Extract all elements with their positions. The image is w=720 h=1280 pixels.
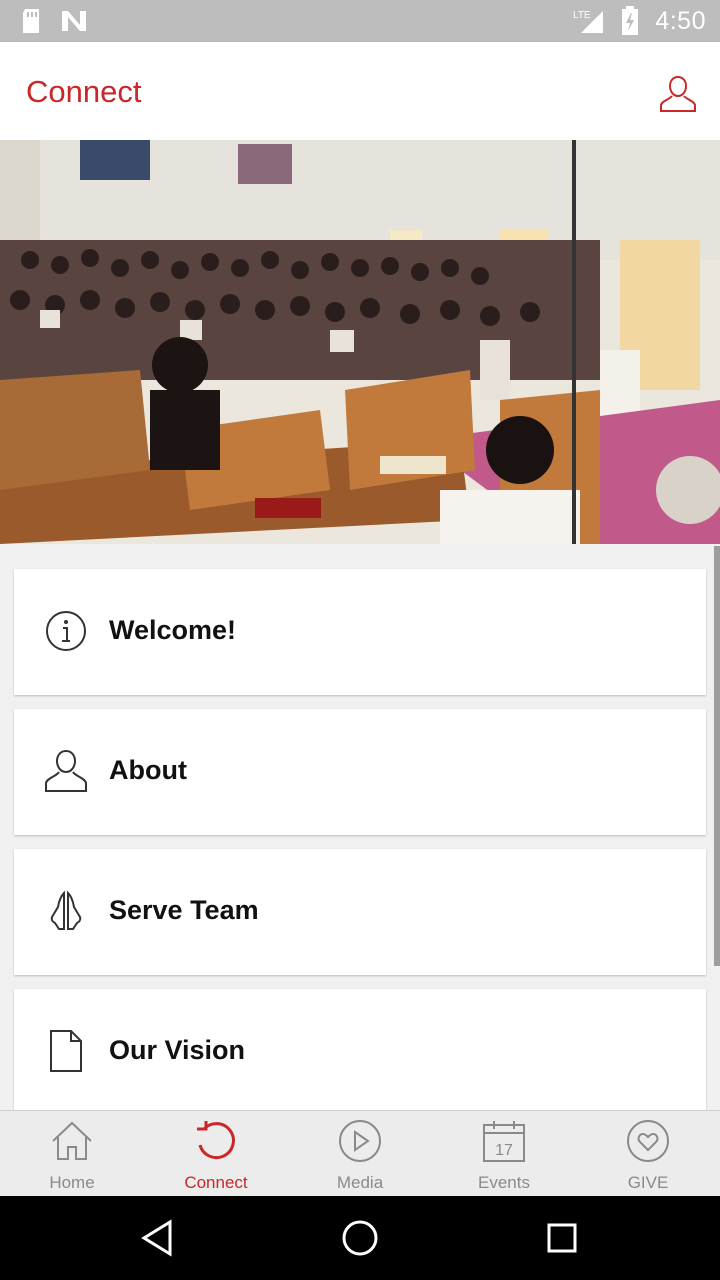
notification-n-icon: [62, 11, 86, 31]
scrollbar[interactable]: [714, 546, 720, 966]
tab-label: Home: [49, 1173, 95, 1192]
tab-media[interactable]: Media: [288, 1111, 432, 1197]
info-icon: [46, 611, 86, 651]
clock: 4:50: [655, 6, 706, 35]
profile-icon[interactable]: [658, 74, 698, 114]
menu-item-about[interactable]: About: [14, 709, 706, 835]
tab-label: Events: [478, 1173, 530, 1192]
calendar-day: 17: [495, 1142, 513, 1159]
page-title: Connect: [26, 74, 142, 109]
system-nav-bar: [0, 1196, 720, 1280]
app-bar: Connect: [0, 42, 720, 140]
tab-connect[interactable]: Connect: [144, 1111, 288, 1197]
recents-icon[interactable]: [540, 1216, 584, 1260]
menu-item-label: Our Vision: [109, 1035, 246, 1065]
back-icon[interactable]: [136, 1216, 180, 1260]
tab-home[interactable]: Home: [0, 1111, 144, 1197]
network-type: LTE: [573, 10, 591, 21]
tab-give[interactable]: GIVE: [576, 1111, 720, 1197]
menu-item-label: About: [109, 755, 187, 785]
document-icon: [50, 1030, 82, 1072]
tab-label: Media: [336, 1173, 384, 1192]
sd-card-icon: [23, 9, 39, 33]
status-bar: LTE 4:50: [0, 0, 720, 42]
battery-icon: [622, 6, 639, 35]
home-nav-icon[interactable]: [338, 1216, 382, 1260]
menu-item-serve-team[interactable]: Serve Team: [14, 849, 706, 975]
heart-icon: [627, 1120, 669, 1162]
connect-icon: [197, 1121, 235, 1160]
tab-label: GIVE: [627, 1173, 669, 1192]
person-icon: [45, 749, 87, 792]
menu-item-welcome[interactable]: Welcome!: [14, 569, 706, 695]
home-icon: [52, 1121, 92, 1160]
signal-icon: LTE: [573, 10, 604, 33]
menu-item-label: Serve Team: [109, 895, 259, 925]
content-list[interactable]: Welcome! About Serve Team Our Vision: [0, 544, 720, 1110]
church-photo: [0, 140, 720, 544]
praying-hands-icon: [50, 890, 82, 930]
menu-item-our-vision[interactable]: Our Vision: [14, 989, 706, 1110]
menu-item-label: Welcome!: [109, 615, 237, 645]
calendar-icon: 17: [483, 1121, 525, 1162]
hero-image: [0, 140, 720, 544]
bottom-tab-bar: Home Connect Media 17 Events GIVE: [0, 1110, 720, 1196]
tab-events[interactable]: 17 Events: [432, 1111, 576, 1197]
tab-label: Connect: [184, 1173, 248, 1192]
play-icon: [339, 1120, 381, 1162]
